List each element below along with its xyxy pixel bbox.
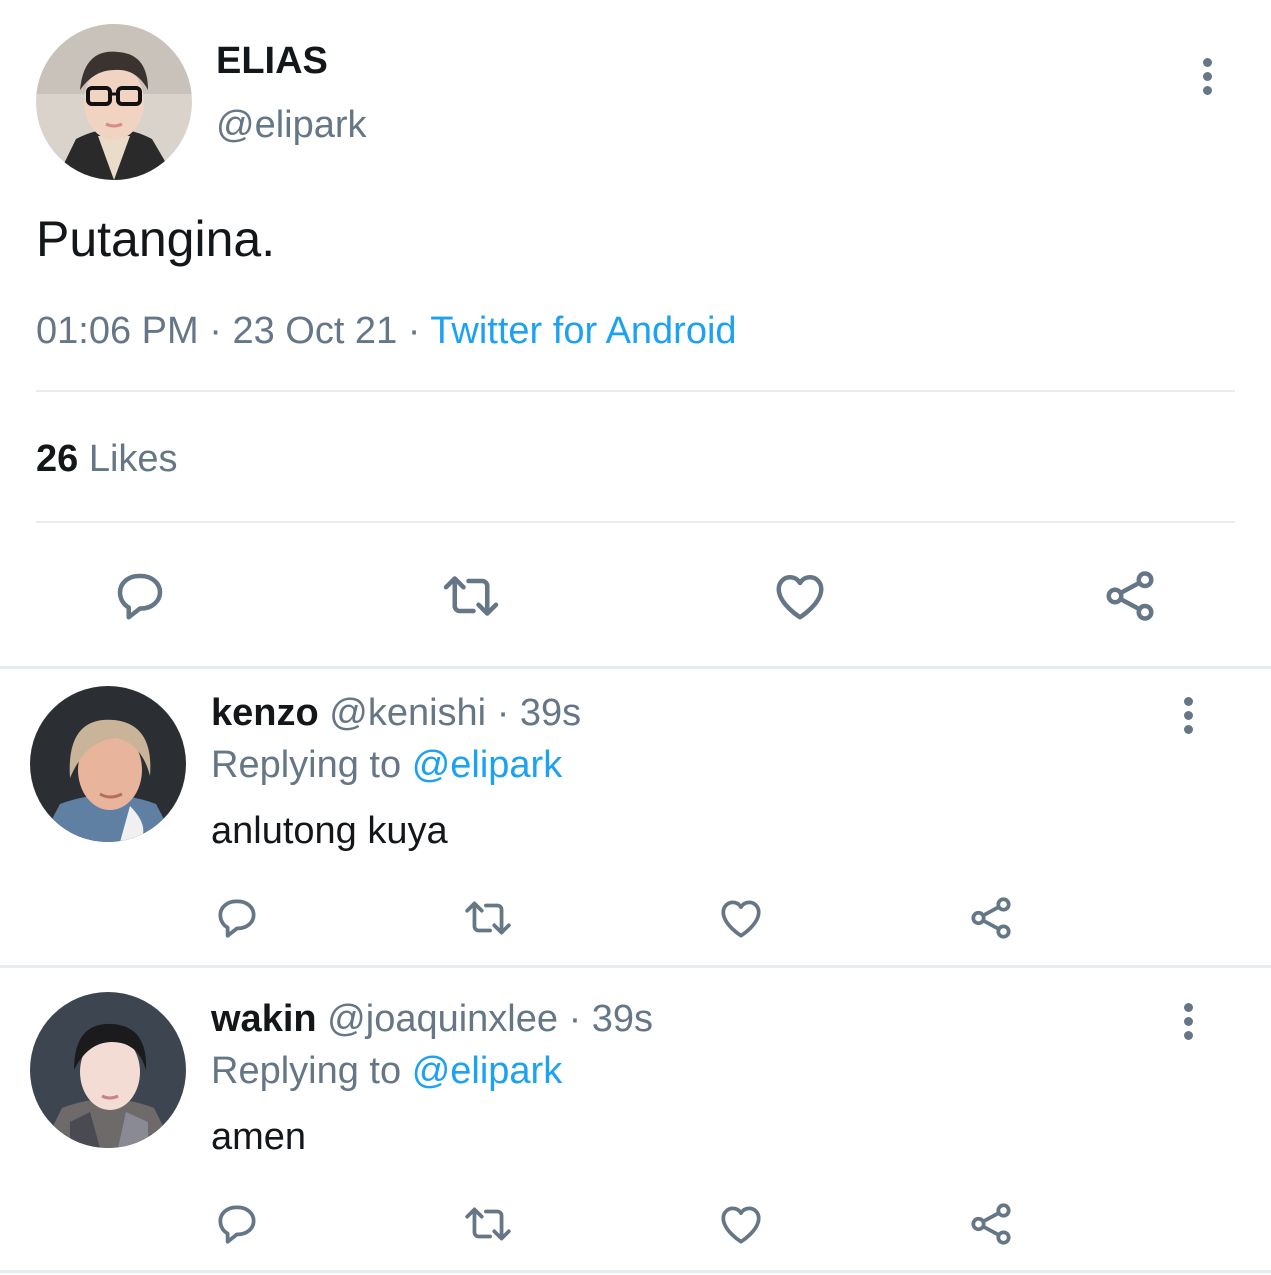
retweet-icon[interactable] [460, 893, 516, 943]
divider [0, 965, 1271, 968]
more-options-icon[interactable] [1203, 58, 1213, 100]
replying-to: Replying to @elipark [211, 1050, 562, 1093]
tweet-date: 23 Oct 21 [232, 310, 398, 352]
reply-handle[interactable]: @joaquinxlee [327, 998, 558, 1040]
likes-label: Likes [88, 438, 178, 480]
reply-icon[interactable] [110, 566, 170, 626]
reply-header: kenzo @kenishi · 39s [211, 692, 581, 735]
reply-display-name[interactable]: wakin [211, 998, 317, 1040]
like-icon[interactable] [716, 893, 766, 943]
replying-to-handle[interactable]: @elipark [412, 744, 563, 786]
share-icon[interactable] [966, 1199, 1016, 1249]
reply-avatar[interactable] [30, 992, 186, 1148]
replying-to-prefix: Replying to [211, 1050, 402, 1092]
retweet-icon[interactable] [460, 1199, 516, 1249]
reply-more-options-icon[interactable] [1184, 1003, 1194, 1045]
reply-icon[interactable] [212, 1199, 262, 1249]
share-icon[interactable] [1100, 566, 1160, 626]
divider [36, 390, 1235, 392]
author-handle[interactable]: @elipark [216, 104, 367, 147]
divider [0, 666, 1271, 669]
reply-avatar[interactable] [30, 686, 186, 842]
reply-header: wakin @joaquinxlee · 39s [211, 998, 653, 1041]
reply-icon[interactable] [212, 893, 262, 943]
replying-to-prefix: Replying to [211, 744, 402, 786]
reply-handle[interactable]: @kenishi [329, 692, 486, 734]
meta-separator: · [407, 310, 421, 352]
likes-stat[interactable]: 26 Likes [36, 438, 178, 481]
tweet-meta: 01:06 PM · 23 Oct 21 · Twitter for Andro… [36, 310, 737, 353]
replying-to-handle[interactable]: @elipark [412, 1050, 563, 1092]
divider [0, 1270, 1271, 1273]
tweet-text: Putangina. [36, 211, 276, 267]
replying-to: Replying to @elipark [211, 744, 562, 787]
tweet-source-link[interactable]: Twitter for Android [430, 310, 736, 352]
share-icon[interactable] [966, 893, 1016, 943]
retweet-icon[interactable] [438, 566, 504, 626]
reply-more-options-icon[interactable] [1184, 697, 1194, 739]
like-icon[interactable] [770, 566, 830, 626]
divider [36, 521, 1235, 523]
reply-time: · 39s [496, 692, 582, 734]
reply-time: · 39s [568, 998, 654, 1040]
like-icon[interactable] [716, 1199, 766, 1249]
meta-separator: · [209, 310, 222, 352]
likes-count: 26 [36, 438, 79, 480]
tweet-time: 01:06 PM [36, 310, 199, 352]
reply-display-name[interactable]: kenzo [211, 692, 319, 734]
reply-text: amen [211, 1116, 307, 1158]
author-avatar[interactable] [36, 24, 192, 180]
author-display-name[interactable]: ELIAS [216, 40, 328, 83]
reply-text: anlutong kuya [211, 810, 448, 852]
